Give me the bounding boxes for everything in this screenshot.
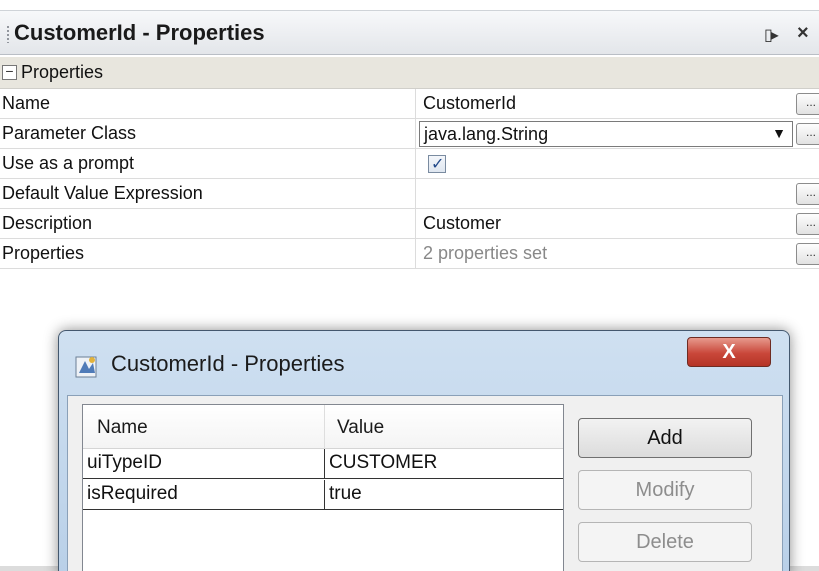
add-button[interactable]: Add — [578, 418, 752, 458]
list-item-value: CUSTOMER — [329, 452, 438, 473]
properties-panel-titlebar: CustomerId - Properties ▯▸ × — [0, 10, 819, 55]
dialog-title: CustomerId - Properties — [111, 351, 345, 376]
property-row-description: Description Customer ... — [0, 209, 819, 239]
properties-dialog-icon — [75, 356, 97, 378]
list-item-name: uiTypeID — [83, 449, 325, 479]
ellipsis-button[interactable]: ... — [796, 183, 819, 205]
checkmark-icon: ✓ — [431, 156, 445, 173]
dock-icon[interactable]: ▯▸ — [764, 25, 779, 45]
list-item[interactable]: uiTypeID CUSTOMER — [83, 449, 563, 479]
property-value[interactable]: 2 properties set — [417, 239, 819, 269]
property-grid: Name CustomerId ... Parameter Class java… — [0, 89, 819, 269]
properties-dialog: CustomerId - Properties X Name Value uiT… — [58, 330, 790, 571]
panel-title: CustomerId - Properties — [14, 20, 265, 45]
property-row-name: Name CustomerId ... — [0, 89, 819, 119]
dropdown-arrow-icon[interactable]: ▼ — [772, 125, 786, 141]
property-name: Use as a prompt — [0, 149, 416, 179]
property-row-parameter-class: Parameter Class java.lang.String ▼ ... — [0, 119, 819, 149]
property-value[interactable]: Customer — [417, 209, 819, 239]
property-row-properties: Properties 2 properties set ... — [0, 239, 819, 269]
modify-button[interactable]: Modify — [578, 470, 752, 510]
property-name: Properties — [0, 239, 416, 269]
property-name: Default Value Expression — [0, 179, 416, 209]
column-header-value[interactable]: Value — [325, 405, 563, 449]
collapse-icon[interactable]: − — [2, 64, 17, 80]
property-row-default-value-expression: Default Value Expression ... — [0, 179, 819, 209]
ellipsis-button[interactable]: ... — [796, 213, 819, 235]
property-name: Description — [0, 209, 416, 239]
property-name: Parameter Class — [0, 119, 416, 149]
dropdown-selected-value: java.lang.String — [424, 124, 549, 144]
ellipsis-button[interactable]: ... — [796, 123, 819, 145]
drag-grip-icon[interactable] — [6, 25, 10, 43]
use-as-prompt-checkbox[interactable]: ✓ — [428, 155, 446, 173]
list-item-name: isRequired — [83, 480, 325, 510]
list-item[interactable]: isRequired true — [83, 480, 563, 510]
ellipsis-button[interactable]: ... — [796, 243, 819, 265]
property-value[interactable]: CustomerId — [417, 89, 819, 119]
column-header-name[interactable]: Name — [83, 405, 325, 449]
ellipsis-button[interactable]: ... — [796, 93, 819, 115]
property-value[interactable] — [417, 179, 819, 209]
category-label: Properties — [21, 62, 104, 82]
delete-button[interactable]: Delete — [578, 522, 752, 562]
property-row-use-as-prompt: Use as a prompt ✓ — [0, 149, 819, 179]
parameter-class-dropdown[interactable]: java.lang.String ▼ — [419, 121, 793, 147]
property-name: Name — [0, 89, 416, 119]
dialog-close-button[interactable]: X — [687, 337, 771, 367]
close-icon[interactable]: × — [797, 22, 809, 45]
list-header: Name Value — [83, 405, 563, 449]
list-item-value: true — [329, 483, 362, 504]
properties-list[interactable]: Name Value uiTypeID CUSTOMER isRequired … — [82, 404, 564, 571]
dialog-client-area: Name Value uiTypeID CUSTOMER isRequired … — [67, 395, 783, 571]
category-properties: − Properties — [0, 57, 819, 89]
